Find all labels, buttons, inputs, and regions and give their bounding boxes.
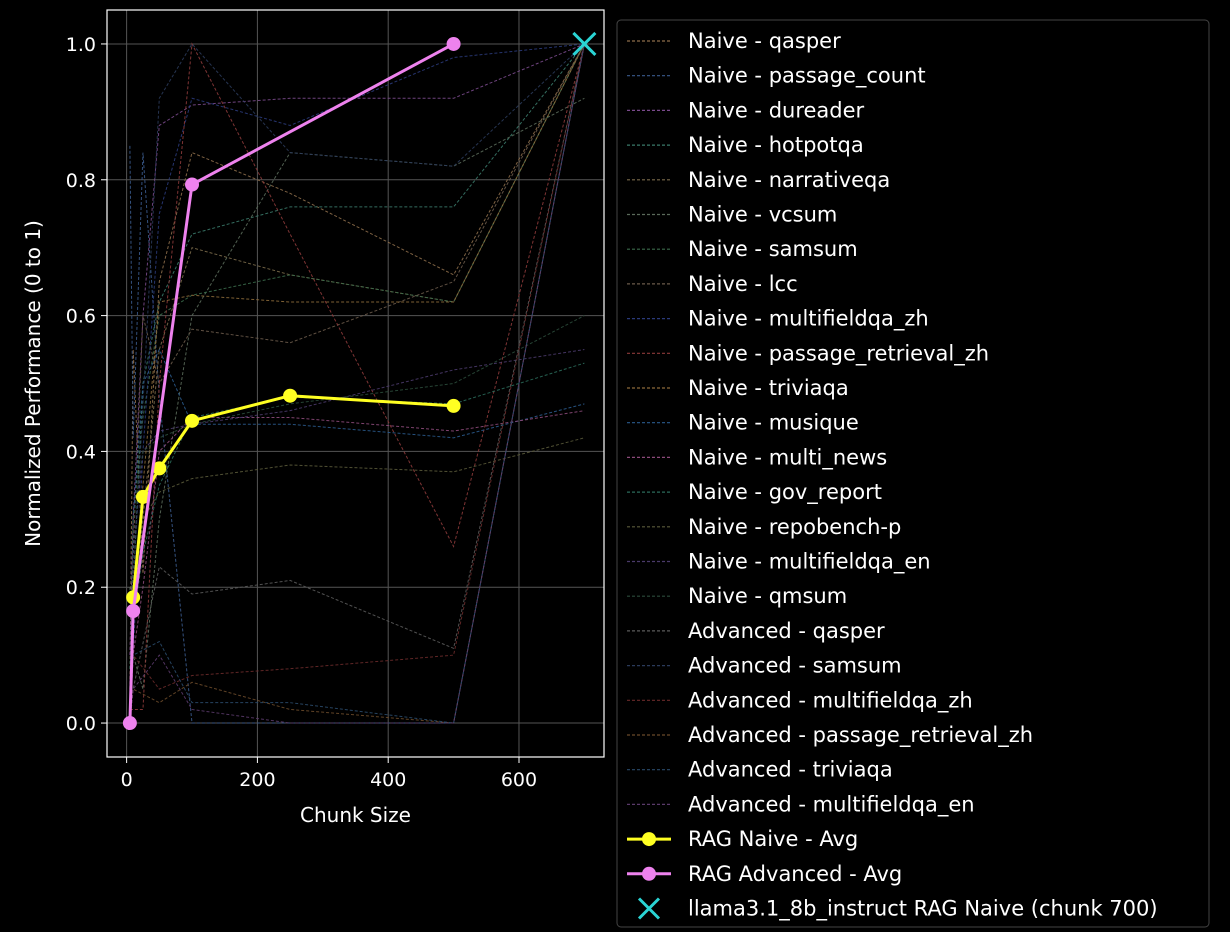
legend-entry-label: llama3.1_8b_instruct RAG Naive (chunk 70…: [688, 897, 1158, 922]
avg-series-point: [122, 716, 137, 731]
legend-entry-label: RAG Advanced - Avg: [688, 862, 902, 886]
average-lines: [122, 31, 597, 731]
avg-series-point: [185, 413, 200, 428]
legend-entry-label: Naive - samsum: [688, 237, 858, 261]
legend-entry-label: Naive - passage_retrieval_zh: [688, 341, 989, 366]
series-line: [129, 43, 585, 724]
legend-entry-label: Naive - musique: [688, 411, 859, 435]
y-tick-label: 0.4: [66, 441, 96, 463]
axis-ticks: 0 200 400 600 0.0 0.2 0.4 0.6 0.8 1.0: [66, 34, 537, 791]
y-tick-label: 0.0: [66, 713, 96, 735]
series-line: [129, 43, 585, 669]
legend-swatch-marker: [642, 832, 656, 847]
legend-entry-label: Naive - multi_news: [688, 445, 887, 470]
legend-entry-label: Naive - lcc: [688, 272, 798, 296]
series-line: [129, 43, 585, 724]
y-tick-label: 0.8: [66, 170, 96, 192]
series-line: [129, 43, 585, 724]
series-line: [129, 437, 585, 724]
y-tick-label: 0.6: [66, 306, 96, 328]
series-line: [129, 43, 585, 724]
avg-series-point: [126, 603, 141, 618]
legend-entry-label: Naive - vcsum: [688, 203, 837, 227]
chart: 0 200 400 6000.00.20.40.60.81.0 Chunk Size …: [21, 9, 1210, 928]
legend-entry-label: Advanced - qasper: [688, 619, 885, 643]
y-axis-label: Normalized Performance (0 to 1): [21, 220, 45, 547]
legend-entry-label: Naive - multifieldqa_en: [688, 550, 931, 575]
series-line: [129, 42, 585, 710]
x-axis-label: Chunk Size: [300, 803, 411, 827]
series-line: [129, 43, 585, 724]
legend-entry-label: Naive - qasper: [688, 29, 841, 53]
series-line: [129, 348, 585, 724]
legend-entry-label: Naive - repobench-p: [688, 515, 901, 539]
legend-entry-label: Naive - gov_report: [688, 480, 882, 505]
series-line: [129, 43, 585, 724]
y-tick-label: 1.0: [66, 34, 96, 56]
legend-entry-label: Naive - hotpotqa: [688, 133, 864, 157]
series-line: [129, 43, 585, 724]
series-line: [129, 43, 585, 724]
series-line: [129, 43, 585, 724]
y-tick-label: 0.2: [66, 577, 96, 599]
series-line: [129, 315, 585, 724]
legend-entry-label: Advanced - passage_retrieval_zh: [688, 723, 1033, 748]
legend-entry-label: Naive - passage_count: [688, 64, 926, 89]
x-tick-label: 200: [239, 769, 275, 791]
legend-swatch-marker: [642, 866, 656, 881]
legend-entry-label: Advanced - multifieldqa_en: [688, 792, 975, 817]
series-line: [129, 43, 585, 724]
x-tick-label: 0: [121, 769, 133, 791]
series-line: [129, 43, 585, 724]
avg-series-point: [446, 398, 461, 413]
series-lines: [129, 42, 585, 724]
x-tick-label: 600: [501, 769, 537, 791]
series-line: [129, 43, 585, 690]
legend: Naive - qasper Naive - passage_count Naive…: [616, 19, 1210, 928]
legend-entry-label: Advanced - multifieldqa_zh: [688, 688, 973, 713]
legend-entry-label: RAG Naive - Avg: [688, 827, 858, 851]
series-line: [129, 43, 585, 656]
legend-entry-label: Advanced - triviaqa: [688, 758, 893, 782]
legend-entry-label: Naive - qmsum: [688, 584, 847, 608]
avg-series-point: [185, 177, 200, 192]
legend-entry-label: Naive - dureader: [688, 98, 865, 122]
legend-entry-label: Naive - narrativeqa: [688, 168, 890, 192]
avg-series-point: [283, 388, 298, 403]
legend-entry-label: Advanced - samsum: [688, 654, 902, 678]
series-line: [129, 349, 585, 724]
series-line: [129, 410, 585, 724]
legend-entry-label: Naive - multifieldqa_zh: [688, 307, 929, 332]
x-tick-label: 400: [370, 769, 406, 791]
series-line: [129, 43, 585, 724]
avg-series-point: [446, 36, 461, 51]
legend-entry-label: Naive - triviaqa: [688, 376, 849, 400]
